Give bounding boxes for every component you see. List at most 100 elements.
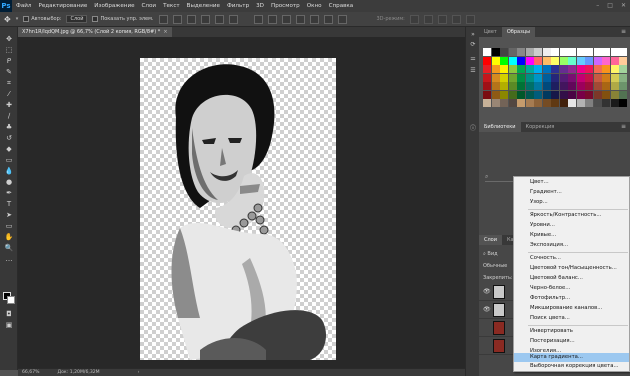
menu-item-levels[interactable]: Уровни... [514, 221, 629, 230]
color-swatch[interactable] [610, 56, 619, 65]
color-swatch[interactable] [491, 65, 500, 73]
color-swatch[interactable] [542, 48, 551, 56]
color-swatch[interactable] [508, 73, 517, 82]
align-middle-icon[interactable] [172, 14, 182, 24]
menu-type[interactable]: Текст [163, 3, 180, 9]
dodge-icon[interactable]: ● [4, 178, 14, 186]
color-swatch[interactable] [610, 65, 619, 73]
autoselect-dropdown[interactable]: Слой [66, 15, 88, 23]
color-swatch[interactable] [619, 99, 627, 107]
distribute-center-icon[interactable] [309, 14, 319, 24]
type-icon[interactable]: T [4, 200, 14, 208]
screen-mode-icon[interactable]: ▣ [4, 321, 14, 329]
color-swatch[interactable] [491, 56, 500, 65]
color-swatch[interactable] [525, 48, 534, 56]
menu-item-gradient-map[interactable]: Карта градиента... [514, 353, 629, 362]
tab-color[interactable]: Цвет [479, 27, 502, 37]
color-swatch[interactable] [576, 73, 585, 82]
color-swatch[interactable] [483, 65, 491, 73]
color-swatch[interactable] [559, 90, 568, 99]
color-swatch[interactable] [525, 99, 534, 107]
crop-icon[interactable]: ⌗ [4, 79, 14, 87]
color-swatch[interactable] [534, 90, 542, 99]
tab-adjustments[interactable]: Коррекция [521, 122, 560, 132]
color-swatch[interactable] [491, 73, 500, 82]
color-swatch[interactable] [491, 82, 500, 90]
menu-item-photo-filter[interactable]: Фотофильтр... [514, 294, 629, 303]
distribute-left-icon[interactable] [295, 14, 305, 24]
menu-item-color-lookup[interactable]: Поиск цвета... [514, 314, 629, 323]
color-swatch[interactable] [517, 56, 525, 65]
move-tool-icon[interactable]: ✥ [4, 15, 11, 24]
menu-edit[interactable]: Редактирование [38, 3, 87, 9]
tab-libraries[interactable]: Библиотеки [479, 122, 521, 132]
color-swatch[interactable] [585, 56, 593, 65]
color-swatch[interactable] [585, 90, 593, 99]
color-swatch[interactable] [593, 90, 602, 99]
menu-item-pattern[interactable]: Узор... [514, 198, 629, 207]
color-swatch[interactable] [602, 90, 610, 99]
color-swatch[interactable] [619, 48, 627, 56]
document-tab[interactable]: X7hn1R/IqdQM.jpg @ 66,7% (Слой 2 копия, … [18, 27, 172, 37]
adjust-sliders-icon[interactable]: ⚌ [469, 55, 477, 63]
color-swatch[interactable] [602, 56, 610, 65]
quick-select-icon[interactable]: ✎ [4, 68, 14, 76]
color-swatch[interactable] [602, 99, 610, 107]
menu-3d[interactable]: 3D [256, 3, 264, 9]
path-select-icon[interactable]: ➤ [4, 211, 14, 219]
color-swatch[interactable] [483, 82, 491, 90]
eyedropper-icon[interactable]: ⁄ [4, 90, 14, 98]
color-swatch[interactable] [568, 56, 576, 65]
color-swatch[interactable] [593, 56, 602, 65]
brush-icon[interactable]: ∕ [4, 112, 14, 120]
color-swatch[interactable] [542, 82, 551, 90]
color-swatch[interactable] [551, 99, 559, 107]
3d-rotate-icon[interactable] [409, 14, 419, 24]
autoselect-option[interactable]: Автовыбор: [23, 16, 61, 22]
color-swatch[interactable] [602, 48, 610, 56]
color-swatch[interactable] [593, 65, 602, 73]
eraser-icon[interactable]: ◆ [4, 145, 14, 153]
menu-item-selective-color[interactable]: Выборочная коррекция цвета... [514, 362, 629, 371]
libraries-menu-icon[interactable]: ≡ [621, 122, 626, 132]
color-swatch[interactable] [568, 48, 576, 56]
color-swatch[interactable] [551, 48, 559, 56]
distribute-top-icon[interactable] [253, 14, 263, 24]
color-swatch[interactable] [508, 65, 517, 73]
menu-view[interactable]: Просмотр [271, 3, 300, 9]
distribute-middle-icon[interactable] [267, 14, 277, 24]
collapse-panels-icon[interactable]: » [469, 31, 477, 39]
color-swatch[interactable] [500, 82, 508, 90]
pen-icon[interactable]: ✒ [4, 189, 14, 197]
color-swatch[interactable] [534, 73, 542, 82]
color-swatch[interactable] [593, 99, 602, 107]
color-swatch[interactable] [568, 90, 576, 99]
color-swatch[interactable] [491, 48, 500, 56]
menu-item-brightness[interactable]: Яркость/Контрастность... [514, 211, 629, 220]
color-swatch[interactable] [559, 73, 568, 82]
color-swatch[interactable] [517, 73, 525, 82]
properties-icon[interactable]: ☰ [469, 67, 477, 75]
close-document-icon[interactable]: × [163, 29, 167, 35]
3d-slide-icon[interactable] [451, 14, 461, 24]
color-swatch[interactable] [542, 99, 551, 107]
menu-item-invert[interactable]: Инвертировать [514, 327, 629, 336]
align-bottom-icon[interactable] [186, 14, 196, 24]
color-swatch[interactable] [491, 90, 500, 99]
color-swatch[interactable] [610, 82, 619, 90]
menu-item-color-balance[interactable]: Цветовой баланс... [514, 274, 629, 283]
menu-layers[interactable]: Слои [142, 3, 157, 9]
menu-item-curves[interactable]: Кривые... [514, 231, 629, 240]
align-top-icon[interactable] [158, 14, 168, 24]
align-center-icon[interactable] [214, 14, 224, 24]
color-swatch[interactable] [508, 82, 517, 90]
color-swatch[interactable] [576, 56, 585, 65]
color-swatch[interactable] [525, 56, 534, 65]
more-tools-icon[interactable]: … [4, 255, 14, 263]
color-swatch[interactable] [517, 90, 525, 99]
menu-help[interactable]: Справка [329, 3, 354, 9]
color-swatch[interactable] [576, 90, 585, 99]
color-swatch[interactable] [610, 99, 619, 107]
color-swatch[interactable] [559, 65, 568, 73]
color-swatch[interactable] [602, 73, 610, 82]
